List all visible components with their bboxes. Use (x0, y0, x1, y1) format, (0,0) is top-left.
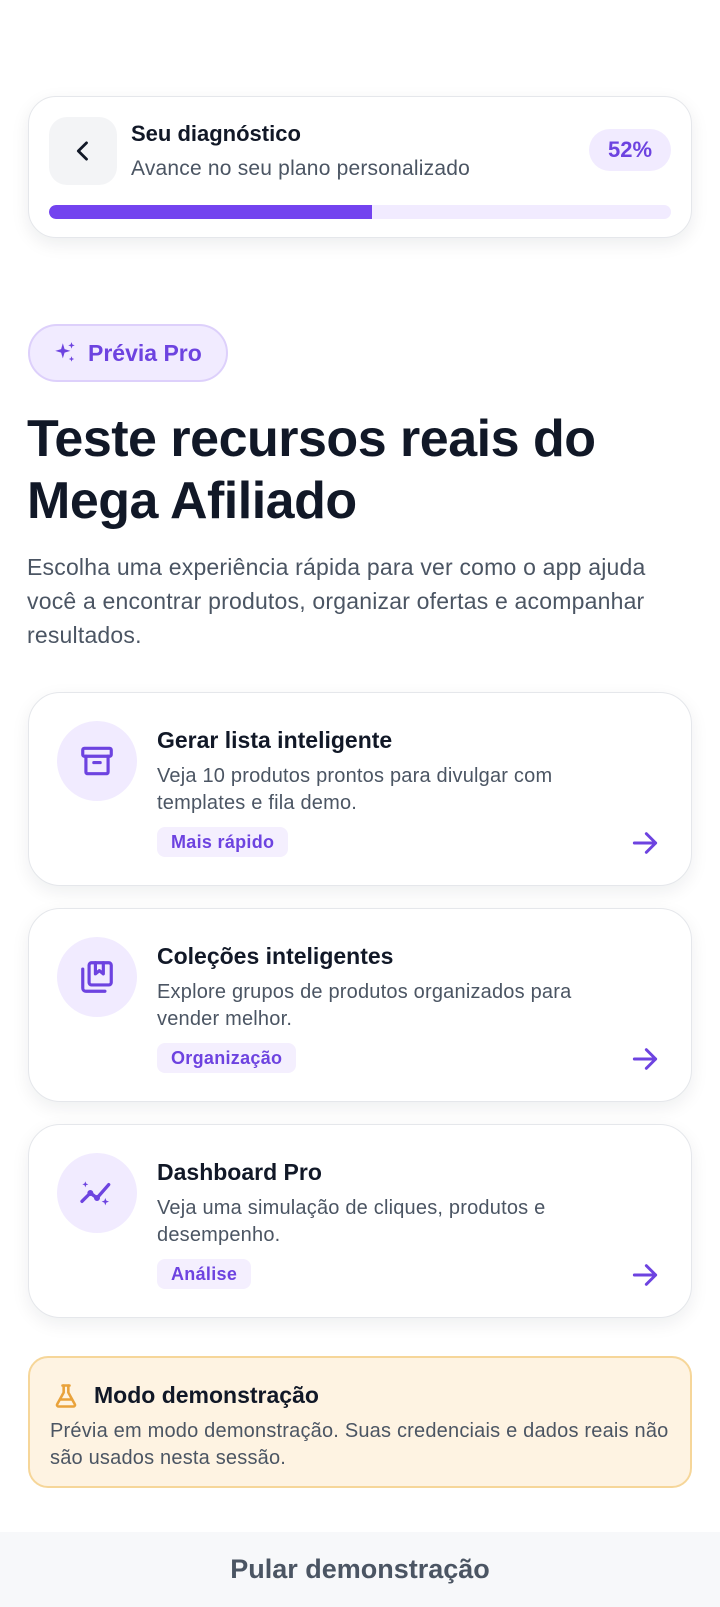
demo-mode-text: Prévia em modo demonstração. Suas creden… (50, 1420, 669, 1469)
chart-sparkle-icon (80, 1181, 111, 1206)
collection-bookmark-icon (81, 961, 113, 993)
feature-title: Dashboard Pro (157, 1159, 322, 1185)
page-title: Teste recursos reais do Mega Afiliado (27, 410, 596, 530)
arrow-right-icon[interactable] (629, 827, 661, 859)
feature-description: Veja uma simulação de cliques, produtos … (157, 1197, 546, 1246)
back-button[interactable] (49, 117, 117, 185)
feature-icon-wrap (57, 721, 137, 801)
feature-description: Veja 10 produtos prontos para divulgar c… (157, 765, 553, 814)
diagnostic-title: Seu diagnóstico (131, 121, 301, 146)
feature-title: Coleções inteligentes (157, 943, 394, 969)
feature-card-smart-list[interactable]: Gerar lista inteligente Veja 10 produtos… (28, 692, 692, 886)
feature-card-dashboard-pro[interactable]: Dashboard Pro Veja uma simulação de cliq… (28, 1124, 692, 1318)
demo-mode-notice: Modo demonstração Prévia em modo demonst… (28, 1356, 692, 1488)
skip-demo-button[interactable]: Pular demonstração (230, 1554, 490, 1585)
feature-title: Gerar lista inteligente (157, 727, 393, 753)
progress-bar-fill (49, 205, 373, 219)
feature-tag: Organização (157, 1043, 297, 1073)
chevron-left-icon (76, 141, 88, 161)
arrow-right-icon[interactable] (629, 1043, 661, 1075)
feature-tag: Mais rápido (157, 827, 289, 857)
archive-box-icon (81, 746, 113, 776)
pro-preview-label: Prévia Pro (88, 339, 202, 366)
feature-description: Explore grupos de produtos organizados p… (157, 981, 572, 1030)
feature-icon-wrap (57, 937, 137, 1017)
feature-card-smart-collections[interactable]: Coleções inteligentes Explore grupos de … (28, 908, 692, 1102)
diagnostic-progress-card: Seu diagnóstico Avance no seu plano pers… (28, 96, 692, 238)
demo-mode-title: Modo demonstração (94, 1382, 319, 1408)
screen: Seu diagnóstico Avance no seu plano pers… (0, 0, 720, 1607)
feature-tag: Análise (157, 1259, 252, 1289)
flask-icon (55, 1384, 77, 1408)
pro-preview-badge: Prévia Pro (28, 324, 228, 382)
progress-percent-badge: 52% (589, 129, 671, 171)
progress-bar (49, 205, 671, 219)
page-description: Escolha uma experiência rápida para ver … (27, 554, 646, 648)
diagnostic-subtitle: Avance no seu plano personalizado (131, 157, 470, 180)
sparkles-icon (55, 342, 75, 362)
bottom-action-bar: Pular demonstração (0, 1532, 720, 1607)
arrow-right-icon[interactable] (629, 1259, 661, 1291)
feature-icon-wrap (57, 1153, 137, 1233)
